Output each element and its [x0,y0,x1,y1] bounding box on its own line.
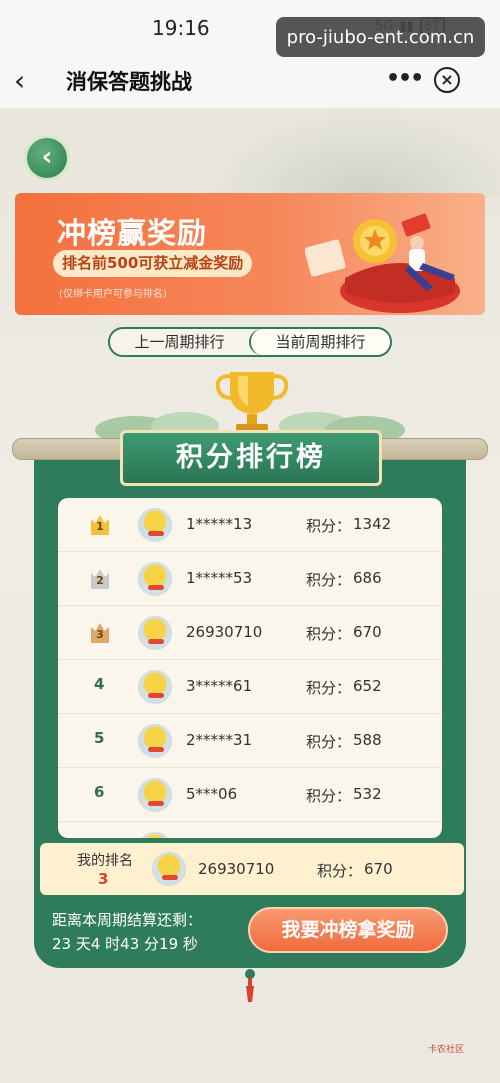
avatar [138,670,172,704]
page-content: ‹ 冲榜赢奖励 排名前500可获立减金奖励 (仅绑卡用户可参与排名) 上一周期排… [0,108,500,1083]
avatar [138,562,172,596]
reward-banner: 冲榜赢奖励 排名前500可获立减金奖励 (仅绑卡用户可参与排名) [15,193,485,315]
rank-number: 1 [96,520,104,533]
rank-number: 6 [94,783,105,801]
score-value: 1342 [353,515,392,533]
banner-title: 冲榜赢奖励 [57,216,208,250]
user-name: 5***06 [186,785,238,803]
back-icon[interactable]: ‹ [14,64,44,98]
avatar [138,778,172,812]
banner-pill: 排名前500可获立减金奖励 [53,250,253,277]
avatar [138,508,172,542]
user-name: 1*****13 [186,515,253,533]
reward-illustration [305,213,460,313]
page-title: 消保答题挑战 [66,70,192,94]
user-name: 2*****31 [186,731,253,749]
status-time: 19:16 [152,16,210,40]
silver-medal-icon: 2 [91,569,109,589]
table-row-partial [58,822,442,838]
score-value: 686 [353,569,382,587]
user-name: 3*****61 [186,677,253,695]
leaderboard-list[interactable]: 1 1*****13 积分： 1342 2 1*****53 积分： 686 3… [58,498,442,838]
board-title: 积分排行榜 [120,430,382,486]
my-rank-score: 670 [364,860,393,878]
score-label: 积分： [306,625,352,643]
score-label: 积分： [306,787,352,805]
banner-note: (仅绑卡用户可参与排名) [59,289,167,300]
rank-number: 2 [96,574,104,587]
more-icon[interactable]: ••• [386,62,424,96]
rank-number: 5 [94,729,105,747]
avatar [138,832,172,838]
my-rank-bar: 我的排名 3 26930710 积分： 670 [40,843,464,895]
tab-current-period[interactable]: 当前周期排行 [249,329,390,355]
tab-previous-period[interactable]: 上一周期排行 [110,329,249,355]
score-label: 积分： [306,679,352,697]
board-title-banner: 积分排行榜 [120,430,382,490]
rank-number: 4 [94,675,105,693]
watermark: pro-jiubo-ent.com.cn [276,17,485,57]
avatar [152,852,186,886]
score-value: 652 [353,677,382,695]
score-label: 积分： [306,571,352,589]
climb-rank-button[interactable]: 我要冲榜拿奖励 [248,907,448,953]
score-value: 588 [353,731,382,749]
score-value: 670 [353,623,382,641]
table-row: 2 1*****53 积分： 686 [58,552,442,606]
my-rank-name: 26930710 [198,860,275,878]
score-value: 532 [353,785,382,803]
countdown-value: 23 天4 时43 分19 秒 [52,935,198,953]
nav-bar: ‹ 消保答题挑战 ••• × [0,54,500,108]
table-row: 3 26930710 积分： 670 [58,606,442,660]
period-tabs: 上一周期排行 当前周期排行 [108,327,392,357]
close-icon[interactable]: × [434,67,460,93]
my-rank-number: 3 [98,870,109,888]
user-name: 1*****53 [186,569,253,587]
mountain-decoration [200,108,500,198]
score-label: 积分： [306,733,352,751]
table-row: 1 1*****13 积分： 1342 [58,498,442,552]
tassel-decoration [245,969,255,1002]
avatar [138,616,172,650]
my-rank-label: 我的排名 [77,853,133,869]
corner-logo: 卡农社区 [428,1045,465,1055]
score-label: 积分： [317,862,363,880]
rank-number: 3 [96,628,104,641]
back-circle-button[interactable]: ‹ [24,135,70,181]
table-row: 4 3*****61 积分： 652 [58,660,442,714]
countdown-label: 距离本周期结算还剩： [52,911,203,929]
user-name: 26930710 [186,623,263,641]
gold-medal-icon: 1 [91,515,109,535]
table-row: 6 5***06 积分： 532 [58,768,442,822]
table-row: 5 2*****31 积分： 588 [58,714,442,768]
avatar [138,724,172,758]
score-label: 积分： [306,517,352,535]
bronze-medal-icon: 3 [91,623,109,643]
